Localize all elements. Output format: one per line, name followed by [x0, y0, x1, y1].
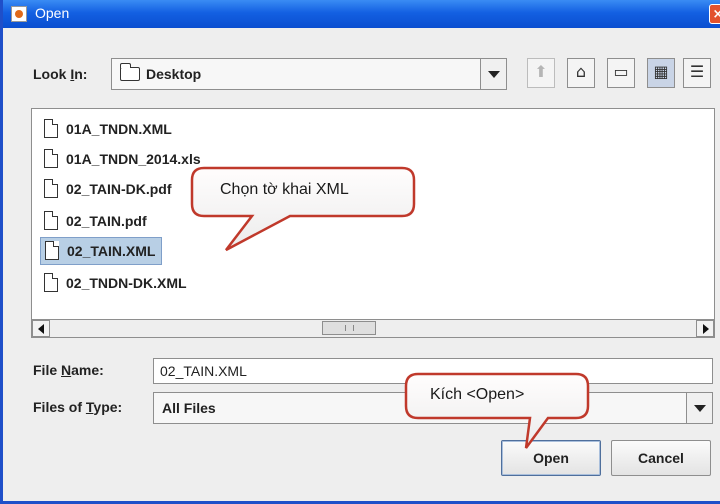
file-name: 02_TNDN-DK.XML: [66, 275, 187, 291]
file-list[interactable]: 01A_TNDN.XML 01A_TNDN_2014.xls 02_TAIN-D…: [31, 108, 715, 338]
chevron-down-icon[interactable]: [686, 393, 712, 423]
scroll-left-icon[interactable]: [32, 320, 50, 337]
scroll-right-icon[interactable]: [696, 320, 714, 337]
new-folder-button[interactable]: ▭: [607, 58, 635, 88]
look-in-label: Look In:: [33, 66, 88, 82]
file-icon: [44, 149, 58, 168]
up-folder-icon: ⬆: [534, 62, 548, 81]
file-icon: [44, 179, 58, 198]
file-icon: [44, 211, 58, 230]
callout-select-xml-text: Chọn tờ khai XML: [220, 181, 349, 198]
close-button[interactable]: ×: [709, 4, 720, 24]
folder-icon: [120, 63, 140, 81]
file-item[interactable]: 01A_TNDN_2014.xls: [40, 145, 207, 173]
callout-click-open-text: Kích <Open>: [430, 386, 525, 403]
file-item[interactable]: 02_TAIN-DK.pdf: [40, 175, 178, 203]
details-view-button[interactable]: ☰: [683, 58, 711, 88]
file-name: 02_TAIN.pdf: [66, 213, 147, 229]
file-name-input[interactable]: [153, 358, 713, 384]
file-item[interactable]: 01A_TNDN.XML: [40, 115, 178, 143]
look-in-combo[interactable]: Desktop: [111, 58, 507, 90]
new-folder-icon: ▭: [613, 62, 629, 81]
list-view-button[interactable]: ▦: [647, 58, 675, 88]
open-button[interactable]: Open: [501, 440, 601, 476]
details-view-icon: ☰: [689, 62, 705, 81]
chevron-down-icon[interactable]: [480, 59, 506, 89]
scroll-thumb[interactable]: [322, 321, 376, 335]
up-folder-button[interactable]: ⬆: [527, 58, 555, 88]
home-button[interactable]: ⌂: [567, 58, 595, 88]
file-item[interactable]: 02_TAIN.pdf: [40, 207, 153, 235]
title-bar[interactable]: Open ×: [3, 0, 720, 28]
cancel-button[interactable]: Cancel: [611, 440, 711, 476]
file-name: 01A_TNDN.XML: [66, 121, 172, 137]
horizontal-scrollbar[interactable]: [32, 319, 714, 337]
file-name: 01A_TNDN_2014.xls: [66, 151, 201, 167]
open-dialog: Open × Look In: Desktop ⬆ ⌂ ▭ ▦ ☰ 01A_TN…: [0, 0, 720, 504]
file-type-value: All Files: [162, 400, 216, 416]
file-name-label: File Name:: [33, 362, 104, 378]
home-icon: ⌂: [575, 62, 587, 81]
java-app-icon: [11, 6, 27, 22]
look-in-value: Desktop: [146, 66, 202, 82]
window-title: Open: [35, 5, 70, 21]
file-name: 02_TAIN-DK.pdf: [66, 181, 172, 197]
file-icon: [44, 273, 58, 292]
file-icon: [44, 119, 58, 138]
file-icon: [45, 241, 59, 260]
file-name: 02_TAIN.XML: [67, 243, 156, 259]
list-view-icon: ▦: [653, 62, 669, 81]
file-item-selected[interactable]: 02_TAIN.XML: [40, 237, 163, 265]
file-item[interactable]: 02_TNDN-DK.XML: [40, 269, 193, 297]
file-type-label: Files of Type:: [33, 399, 123, 415]
